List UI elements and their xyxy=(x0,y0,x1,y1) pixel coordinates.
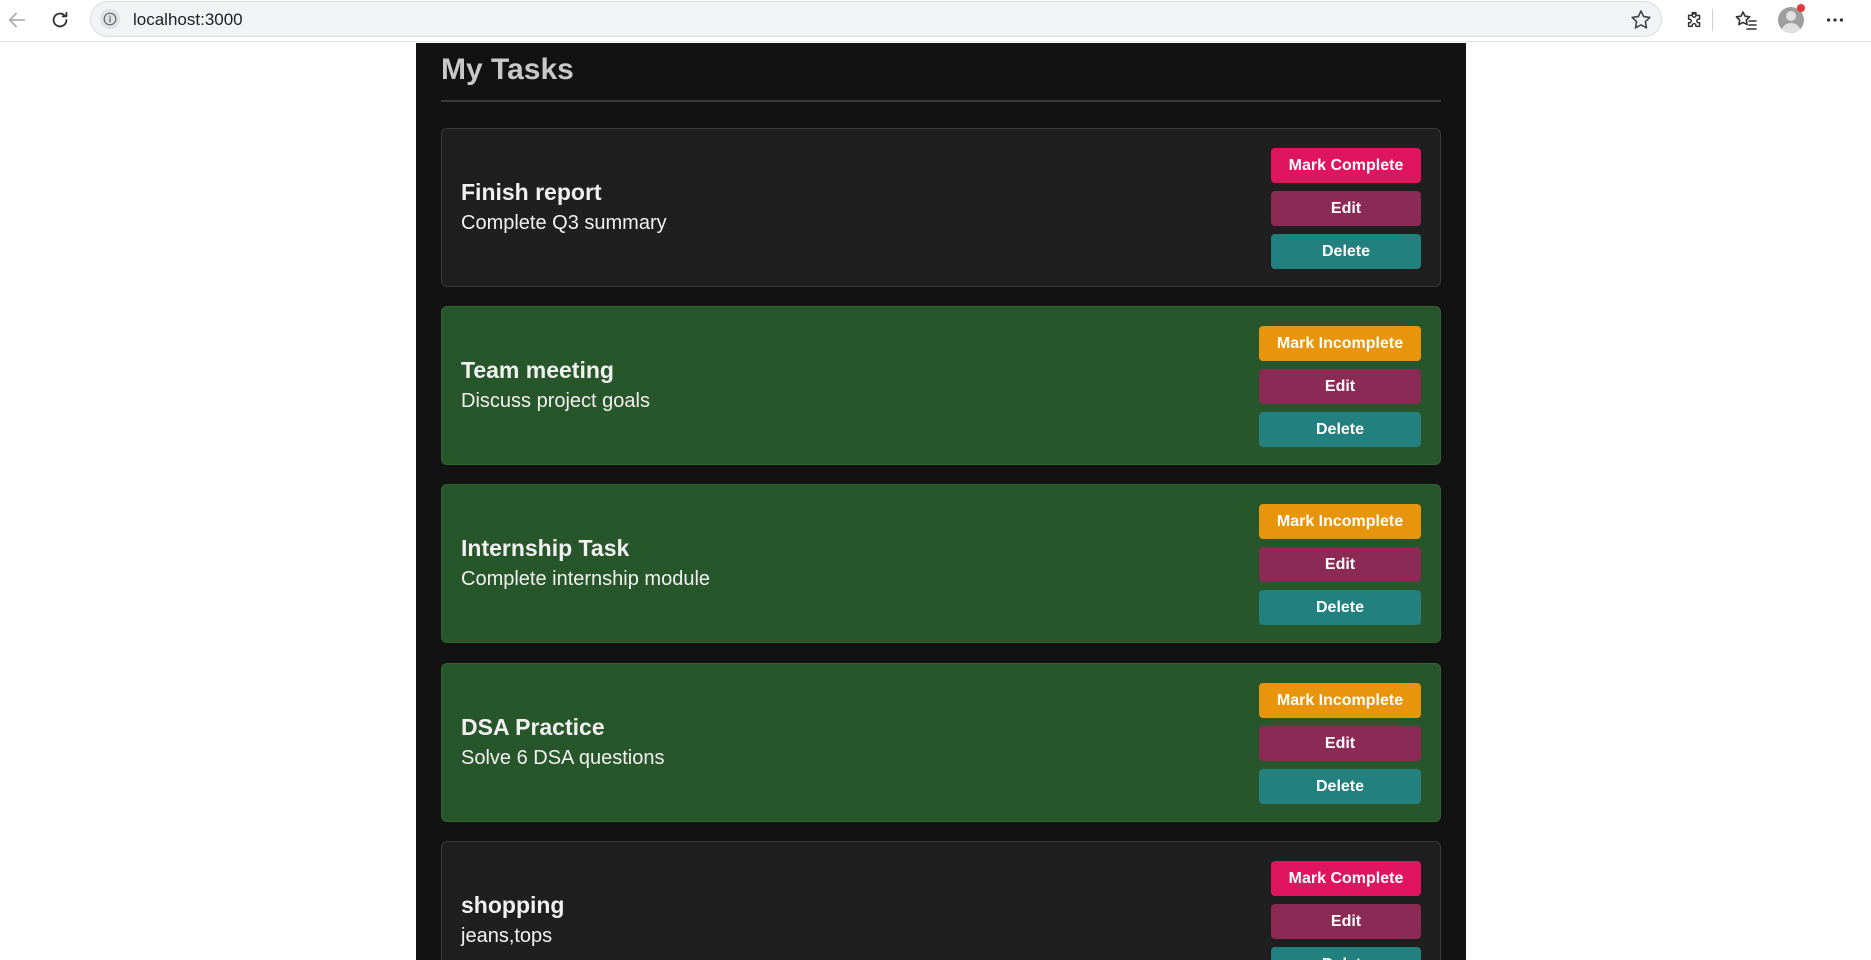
task-actions: Mark Complete Edit Delete xyxy=(1271,861,1421,960)
mark-complete-button[interactable]: Mark Complete xyxy=(1271,148,1421,183)
task-actions: Mark Incomplete Edit Delete xyxy=(1259,683,1421,804)
favorites-icon[interactable] xyxy=(1731,5,1761,35)
task-card: Internship Task Complete internship modu… xyxy=(441,484,1441,643)
task-card: Finish report Complete Q3 summary Mark C… xyxy=(441,128,1441,287)
delete-button[interactable]: Delete xyxy=(1259,412,1421,447)
toolbar-divider xyxy=(1712,9,1713,31)
page-title: My Tasks xyxy=(441,53,574,86)
edit-button[interactable]: Edit xyxy=(1271,904,1421,939)
site-info-icon[interactable] xyxy=(100,9,120,29)
url-text[interactable]: localhost:3000 xyxy=(133,10,243,30)
edit-button[interactable]: Edit xyxy=(1259,726,1421,761)
task-title: Internship Task xyxy=(461,535,630,561)
edit-button[interactable]: Edit xyxy=(1271,191,1421,226)
delete-button[interactable]: Delete xyxy=(1259,769,1421,804)
extensions-icon[interactable] xyxy=(1680,5,1710,35)
address-bar[interactable]: localhost:3000 xyxy=(90,1,1662,37)
arrow-left-icon xyxy=(8,12,26,28)
notification-dot xyxy=(1797,4,1805,12)
task-description: jeans,tops xyxy=(461,925,553,947)
mark-incomplete-button[interactable]: Mark Incomplete xyxy=(1259,326,1421,361)
mark-incomplete-button[interactable]: Mark Incomplete xyxy=(1259,683,1421,718)
task-title: Finish report xyxy=(461,179,602,205)
delete-button[interactable]: Delete xyxy=(1259,590,1421,625)
task-description: Discuss project goals xyxy=(461,390,650,412)
mark-complete-button[interactable]: Mark Complete xyxy=(1271,861,1421,896)
task-actions: Mark Incomplete Edit Delete xyxy=(1259,504,1421,625)
task-actions: Mark Incomplete Edit Delete xyxy=(1259,326,1421,447)
task-title: DSA Practice xyxy=(461,714,605,740)
task-card: Team meeting Discuss project goals Mark … xyxy=(441,306,1441,465)
bookmark-star-icon[interactable] xyxy=(1629,8,1653,32)
reload-icon xyxy=(52,11,68,28)
task-app: My Tasks Finish report Complete Q3 summa… xyxy=(416,43,1466,960)
task-card: shopping jeans,tops Mark Complete Edit D… xyxy=(441,841,1441,960)
mark-incomplete-button[interactable]: Mark Incomplete xyxy=(1259,504,1421,539)
task-title: shopping xyxy=(461,892,565,918)
task-actions: Mark Complete Edit Delete xyxy=(1271,148,1421,269)
task-title: Team meeting xyxy=(461,357,614,383)
task-description: Complete Q3 summary xyxy=(461,212,667,234)
task-description: Complete internship module xyxy=(461,568,711,590)
browser-toolbar: localhost:3000 xyxy=(0,0,1871,42)
more-menu-icon[interactable] xyxy=(1820,5,1850,35)
edit-button[interactable]: Edit xyxy=(1259,547,1421,582)
task-card: DSA Practice Solve 6 DSA questions Mark … xyxy=(441,663,1441,822)
title-divider xyxy=(441,100,1441,102)
edit-button[interactable]: Edit xyxy=(1259,369,1421,404)
delete-button[interactable]: Delete xyxy=(1271,234,1421,269)
reload-button[interactable] xyxy=(45,5,75,35)
delete-button[interactable]: Delete xyxy=(1271,947,1421,960)
back-button[interactable] xyxy=(2,5,32,35)
task-description: Solve 6 DSA questions xyxy=(461,747,665,769)
